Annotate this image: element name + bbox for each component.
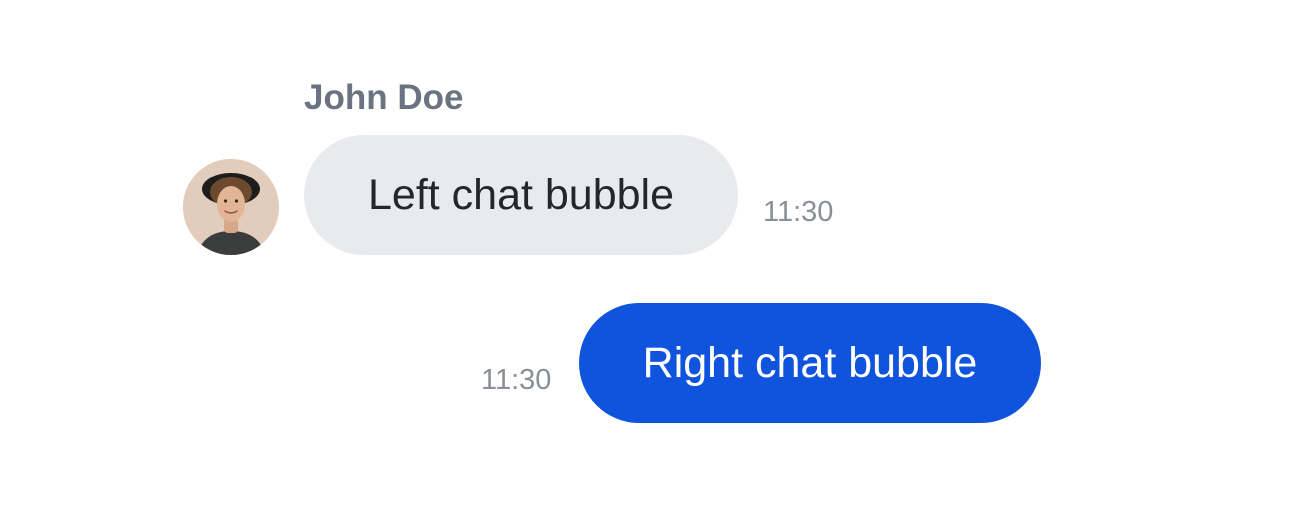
user-avatar-icon <box>183 159 279 255</box>
incoming-message-bubble[interactable]: Left chat bubble <box>304 135 738 255</box>
incoming-message-timestamp: 11:30 <box>763 196 834 228</box>
outgoing-message-timestamp: 11:30 <box>481 364 552 396</box>
chat-conversation: John Doe Left chat bubble 11:30 11:30 Ri… <box>0 0 1314 525</box>
sender-name: John Doe <box>304 78 464 117</box>
outgoing-message-bubble[interactable]: Right chat bubble <box>579 303 1041 423</box>
avatar[interactable] <box>183 159 279 255</box>
